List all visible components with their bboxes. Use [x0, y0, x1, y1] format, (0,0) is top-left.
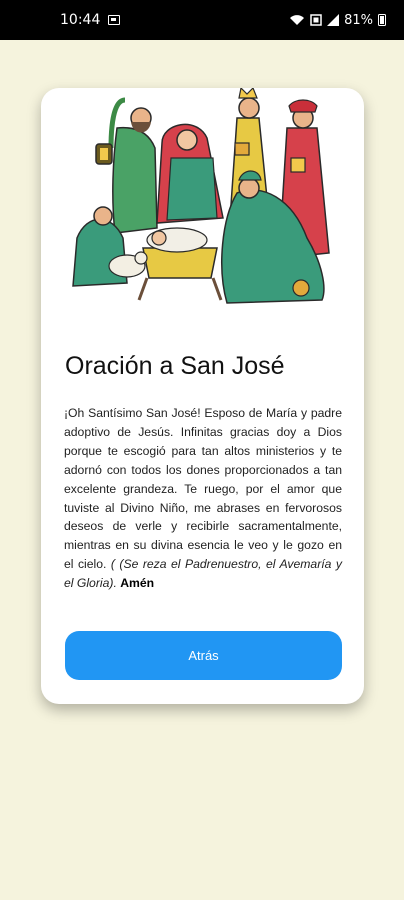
status-bar: 10:44 81%	[0, 0, 404, 40]
image-icon	[108, 15, 121, 25]
data-icon	[310, 14, 322, 26]
status-time: 10:44	[60, 12, 101, 28]
prayer-card: Oración a San José ¡Oh Santísimo San Jos…	[41, 88, 364, 704]
status-right: 81%	[289, 13, 386, 28]
prayer-amen: Amén	[120, 576, 155, 591]
back-button[interactable]: Atrás	[65, 631, 342, 680]
prayer-text: ¡Oh Santísimo San José! Esposo de María …	[64, 404, 342, 593]
prayer-body: ¡Oh Santísimo San José! Esposo de María …	[64, 406, 342, 572]
wifi-icon	[290, 15, 305, 25]
battery-icon	[378, 14, 386, 26]
nativity-illustration	[72, 88, 330, 304]
status-left: 10:44	[60, 12, 121, 28]
page-title: Oración a San José	[65, 352, 285, 380]
signal-icon	[327, 14, 340, 26]
battery-text: 81%	[344, 12, 373, 28]
